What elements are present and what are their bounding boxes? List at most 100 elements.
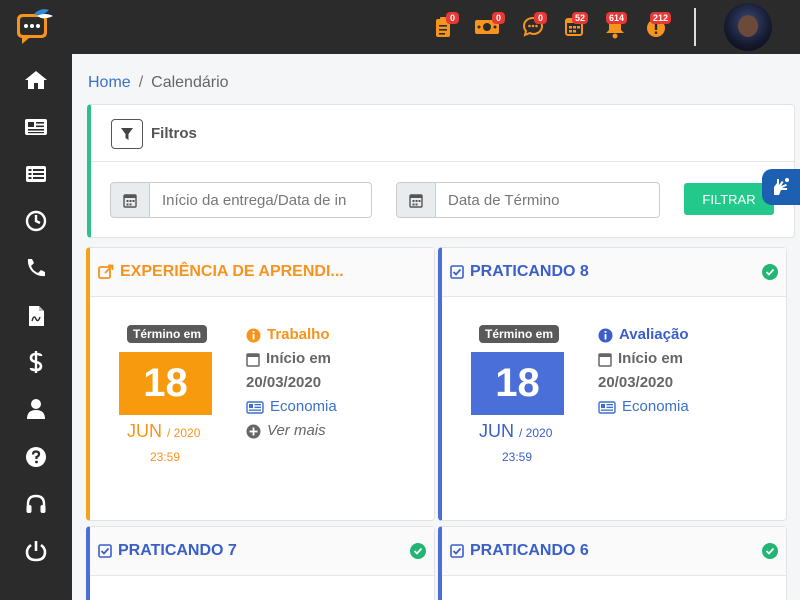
subject-row[interactable]: Economia xyxy=(246,395,337,419)
end-date-group xyxy=(396,182,660,218)
assignment-card[interactable]: EXPERIÊNCIA DE APRENDI... Término em 18 … xyxy=(86,247,435,521)
notification-badge: 0 xyxy=(492,12,505,24)
chat-icon[interactable]: 0 xyxy=(522,12,548,41)
accessibility-button[interactable] xyxy=(762,169,800,205)
card-header: EXPERIÊNCIA DE APRENDI... xyxy=(90,248,434,297)
deadline-month: JUN / 2020 xyxy=(479,421,559,442)
subject-text: Economia xyxy=(270,398,337,415)
list-icon[interactable] xyxy=(24,162,48,186)
app-logo[interactable] xyxy=(14,6,56,46)
card-title-text: PRATICANDO 6 xyxy=(470,542,589,559)
phone-icon[interactable] xyxy=(24,256,48,280)
start-date-group xyxy=(110,182,372,218)
alert-icon[interactable]: 212 xyxy=(646,12,672,41)
calendar-icon[interactable]: 52 xyxy=(564,12,590,41)
check-circle-icon xyxy=(762,543,778,559)
sign-language-icon xyxy=(774,178,789,195)
card-info: Avaliação Início em 20/03/2020 Economia xyxy=(598,323,689,419)
deadline-time: 23:59 xyxy=(150,450,181,464)
calendar-icon[interactable] xyxy=(396,182,436,218)
deadline-label: Término em xyxy=(479,325,560,343)
card-title: PRATICANDO 8 xyxy=(450,263,589,281)
assignment-card[interactable]: PRATICANDO 8 Término em 18 JUN / 2020 23… xyxy=(438,247,787,521)
month-text: JUN xyxy=(479,421,514,441)
calendar-icon[interactable] xyxy=(110,182,150,218)
info-icon xyxy=(598,328,613,342)
power-icon[interactable] xyxy=(24,539,48,563)
breadcrumb-separator: / xyxy=(138,74,144,91)
deadline-time: 23:59 xyxy=(502,450,533,464)
avatar[interactable] xyxy=(724,3,772,51)
breadcrumb: Home / Calendário xyxy=(88,74,229,92)
plus-circle-icon xyxy=(246,424,261,438)
year-text: / 2020 xyxy=(519,426,553,440)
checkbox-icon xyxy=(98,544,112,558)
notification-badge: 0 xyxy=(534,12,547,24)
card-header: PRATICANDO 6 xyxy=(442,527,786,576)
card-title-text: EXPERIÊNCIA DE APRENDI... xyxy=(120,263,344,280)
deadline-label: Término em xyxy=(127,325,208,343)
notification-badge: 52 xyxy=(572,12,589,24)
newspaper-icon[interactable] xyxy=(24,115,48,139)
calendar-icon xyxy=(246,352,260,367)
start-date-input[interactable] xyxy=(150,182,372,218)
filters-header: Filtros xyxy=(91,105,794,162)
assignment-card[interactable]: PRATICANDO 6 xyxy=(438,526,787,600)
dollar-icon[interactable] xyxy=(24,350,48,374)
newspaper-icon xyxy=(598,400,616,414)
start-label: Início em xyxy=(618,350,684,367)
checkbox-icon xyxy=(450,544,464,558)
card-header: PRATICANDO 7 xyxy=(90,527,434,576)
deadline-day: 18 xyxy=(471,352,564,415)
card-info: Trabalho Início em 20/03/2020 Economia V… xyxy=(246,323,337,443)
subject-row[interactable]: Economia xyxy=(598,395,689,419)
start-date: 20/03/2020 xyxy=(598,374,674,391)
assignment-card[interactable]: PRATICANDO 7 xyxy=(86,526,435,600)
headphones-icon[interactable] xyxy=(24,492,48,516)
clock-icon[interactable] xyxy=(24,209,48,233)
year-text: / 2020 xyxy=(167,426,201,440)
deadline-day: 18 xyxy=(119,352,212,415)
type-row: Avaliação xyxy=(598,323,689,347)
notification-badge: 212 xyxy=(650,12,672,24)
calendar-icon xyxy=(598,352,612,367)
card-title-text: PRATICANDO 8 xyxy=(470,263,589,280)
assignment-type: Avaliação xyxy=(619,326,689,343)
filter-toggle-button[interactable] xyxy=(111,119,143,149)
deadline-month: JUN / 2020 xyxy=(127,421,207,442)
external-link-icon xyxy=(98,264,114,279)
clipboard-icon[interactable]: 0 xyxy=(434,12,460,41)
end-date-input[interactable] xyxy=(436,182,660,218)
check-circle-icon xyxy=(762,264,778,280)
start-date: 20/03/2020 xyxy=(246,374,322,391)
start-row: Início em xyxy=(246,347,337,371)
breadcrumb-home-link[interactable]: Home xyxy=(88,74,131,91)
top-bar: 0 0 0 52 614 212 xyxy=(0,0,800,54)
card-title: EXPERIÊNCIA DE APRENDI... xyxy=(98,263,344,281)
bell-icon[interactable]: 614 xyxy=(604,12,630,41)
see-more-text: Ver mais xyxy=(267,422,326,439)
start-label: Início em xyxy=(266,350,332,367)
filters-panel: Filtros FILTRAR xyxy=(87,104,795,238)
subject-text: Economia xyxy=(622,398,689,415)
filter-submit-button[interactable]: FILTRAR xyxy=(684,183,774,215)
home-icon[interactable] xyxy=(24,68,48,92)
document-icon[interactable] xyxy=(24,304,48,328)
info-icon xyxy=(246,328,261,342)
card-title: PRATICANDO 7 xyxy=(98,542,237,560)
breadcrumb-current: Calendário xyxy=(151,74,229,91)
notification-badge: 0 xyxy=(446,12,459,24)
assignment-type: Trabalho xyxy=(267,326,330,343)
type-row: Trabalho xyxy=(246,323,337,347)
help-icon[interactable] xyxy=(24,445,48,469)
card-title-text: PRATICANDO 7 xyxy=(118,542,237,559)
user-icon[interactable] xyxy=(24,397,48,421)
money-icon[interactable]: 0 xyxy=(474,12,505,41)
month-text: JUN xyxy=(127,421,162,441)
see-more-link[interactable]: Ver mais xyxy=(246,419,337,443)
check-circle-icon xyxy=(410,543,426,559)
checkbox-icon xyxy=(450,265,464,279)
sidebar xyxy=(0,54,72,600)
topbar-divider xyxy=(694,8,696,46)
filters-title: Filtros xyxy=(151,125,197,142)
